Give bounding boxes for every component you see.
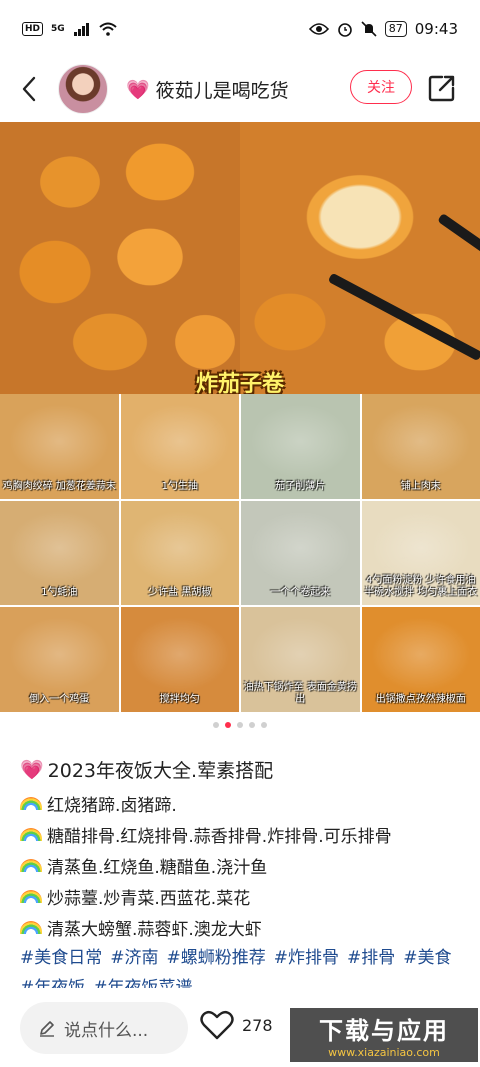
carousel-dot[interactable] [213, 722, 219, 728]
carousel-dot[interactable] [225, 722, 231, 728]
recipe-step-label: 1勺生抽 [161, 480, 198, 492]
author-name[interactable]: 筱茹儿是喝吃货 [156, 76, 289, 103]
recipe-step-label: 油热下锅炸至 表面金黄捞出 [243, 681, 357, 705]
status-bar-left: HD 5G [22, 22, 117, 36]
post-line: 清蒸鱼.红烧鱼.糖醋鱼.浇汁鱼 [20, 850, 465, 881]
share-button[interactable] [426, 72, 458, 104]
recipe-step-cell: 鸡胸肉绞碎 加葱花姜蒜末 [0, 394, 119, 499]
post-header: 💗 筱茹儿是喝吃货 关注 [0, 58, 480, 120]
recipe-step-label: 出锅撒点孜然辣椒面 [375, 693, 466, 705]
alarm-icon [337, 23, 352, 37]
post-title: 💗 2023年夜饭大全.荤素搭配 [20, 750, 465, 788]
clock: 09:43 [414, 20, 458, 38]
recipe-step-label: 茄子削薄片 [275, 480, 326, 492]
recipe-step-label: 1勺蚝油 [41, 587, 78, 599]
chevron-left-icon [22, 76, 36, 102]
post-line-text: 红烧猪蹄.卤猪蹄. [47, 796, 177, 816]
bottom-bar: 说点什么... 278 下载与应用 www.xiazainiao.com [0, 990, 480, 1067]
status-bar-right: 87 09:43 [308, 20, 458, 38]
follow-button[interactable]: 关注 [350, 70, 412, 104]
watermark-url: www.xiazainiao.com [328, 1046, 440, 1059]
watermark: 下载与应用 www.xiazainiao.com [290, 1008, 478, 1062]
hd-badge: HD [22, 22, 44, 36]
recipe-step-label: 铺上肉末 [400, 480, 441, 492]
carousel-dot[interactable] [249, 722, 255, 728]
chopstick [327, 272, 480, 362]
recipe-step-cell: 搅拌均匀 [120, 607, 239, 712]
pencil-icon [40, 1021, 54, 1037]
comment-placeholder: 说点什么... [64, 1020, 149, 1041]
post-image[interactable]: 炸茄子卷 鸡胸肉绞碎 加葱花姜蒜末 1勺生抽 茄子削薄片 铺上肉末 1勺蚝油 少许盐 黑胡… [0, 122, 480, 712]
recipe-step-label: 搅拌均匀 [159, 693, 200, 705]
rainbow-icon [20, 921, 42, 934]
recipe-step-cell: 铺上肉末 [361, 394, 480, 499]
carousel-indicator [0, 722, 480, 728]
comment-input[interactable]: 说点什么... [20, 1002, 188, 1054]
post-content: 💗 2023年夜饭大全.荤素搭配 红烧猪蹄.卤猪蹄. 糖醋排骨.红烧排骨.蒜香排骨… [20, 750, 465, 988]
recipe-step-cell: 1勺生抽 [120, 394, 239, 499]
hashtag-link[interactable]: #螺蛳粉推荐 [167, 948, 266, 968]
recipe-step-cell: 4勺面粉淀粉 少许食用油 半碗水搅拌 均匀裹上面衣 [361, 500, 480, 606]
rainbow-icon [20, 890, 42, 903]
food-photo: 炸茄子卷 [0, 122, 480, 397]
recipe-step-label: 一个个卷起来 [270, 587, 331, 599]
recipe-step-label: 倒入一个鸡蛋 [29, 693, 90, 705]
post-line: 糖醋排骨.红烧排骨.蒜香排骨.炸排骨.可乐排骨 [20, 819, 465, 850]
heart-icon: 💗 [20, 758, 44, 781]
heart-outline-icon [200, 1010, 234, 1040]
post-title-text: 2023年夜饭大全.荤素搭配 [47, 759, 274, 782]
recipe-step-cell: 茄子削薄片 [241, 394, 360, 499]
carousel-dot[interactable] [237, 722, 243, 728]
recipe-step-cell: 1勺蚝油 [0, 500, 119, 606]
rainbow-icon [20, 828, 42, 841]
rainbow-icon [20, 859, 42, 872]
back-button[interactable] [14, 69, 44, 109]
hashtag-link[interactable]: #美食 [403, 948, 451, 968]
eggplant-roll-closeup [240, 122, 480, 394]
battery-indicator: 87 [384, 21, 407, 37]
hashtag-link[interactable]: #炸排骨 [274, 948, 339, 968]
eye-icon [308, 23, 329, 35]
recipe-step-label: 少许盐 黑胡椒 [148, 587, 212, 599]
recipe-steps-grid: 鸡胸肉绞碎 加葱花姜蒜末 1勺生抽 茄子削薄片 铺上肉末 1勺蚝油 少许盐 黑胡椒 一个个卷… [0, 394, 480, 712]
recipe-step-label: 鸡胸肉绞碎 加葱花姜蒜末 [2, 480, 116, 492]
post-line: 红烧猪蹄.卤猪蹄. [20, 788, 465, 819]
hashtag-list: #美食日常 #济南 #螺蛳粉推荐 #炸排骨 #排骨 #美食 #年夜饭 #年夜饭菜谱 [20, 943, 465, 988]
hashtag-link[interactable]: #美食日常 [20, 948, 102, 968]
signal-icon [73, 23, 89, 36]
carousel-dot[interactable] [261, 722, 267, 728]
post-line-text: 清蒸大螃蟹.蒜蓉虾.澳龙大虾 [47, 920, 262, 940]
post-line: 清蒸大螃蟹.蒜蓉虾.澳龙大虾 [20, 912, 465, 943]
hashtag-link[interactable]: #年夜饭菜谱 [93, 978, 192, 988]
post-line-text: 糖醋排骨.红烧排骨.蒜香排骨.炸排骨.可乐排骨 [47, 827, 392, 847]
share-icon [428, 75, 455, 102]
recipe-step-cell: 少许盐 黑胡椒 [120, 500, 239, 606]
like-count: 278 [242, 1015, 273, 1035]
recipe-step-label: 4勺面粉淀粉 少许食用油 半碗水搅拌 均匀裹上面衣 [364, 575, 478, 599]
heart-icon: 💗 [126, 78, 150, 101]
hashtag-link[interactable]: #排骨 [347, 948, 395, 968]
post-line-text: 清蒸鱼.红烧鱼.糖醋鱼.浇汁鱼 [47, 858, 268, 878]
recipe-step-cell: 油热下锅炸至 表面金黄捞出 [241, 607, 360, 712]
post-line: 炒蒜薹.炒青菜.西蓝花.菜花 [20, 881, 465, 912]
author-avatar[interactable] [58, 64, 108, 114]
recipe-step-cell: 倒入一个鸡蛋 [0, 607, 119, 712]
hashtag-link[interactable]: #年夜饭 [20, 978, 85, 988]
like-button[interactable]: 278 [200, 1010, 273, 1040]
watermark-text: 下载与应用 [319, 1017, 449, 1045]
recipe-step-cell: 一个个卷起来 [241, 500, 360, 606]
rainbow-icon [20, 797, 42, 810]
post-line-text: 炒蒜薹.炒青菜.西蓝花.菜花 [47, 889, 251, 909]
chopstick [437, 212, 480, 273]
network-label: 5G [51, 24, 65, 34]
status-bar: HD 5G 87 09:43 [0, 0, 480, 58]
eggplant-rolls-photo [0, 122, 240, 394]
recipe-step-cell: 出锅撒点孜然辣椒面 [361, 607, 480, 712]
wifi-icon [99, 22, 117, 36]
post-lines: 红烧猪蹄.卤猪蹄. 糖醋排骨.红烧排骨.蒜香排骨.炸排骨.可乐排骨 清蒸鱼.红烧鱼.… [20, 788, 465, 943]
hashtag-link[interactable]: #济南 [110, 948, 158, 968]
mute-icon [361, 21, 377, 37]
